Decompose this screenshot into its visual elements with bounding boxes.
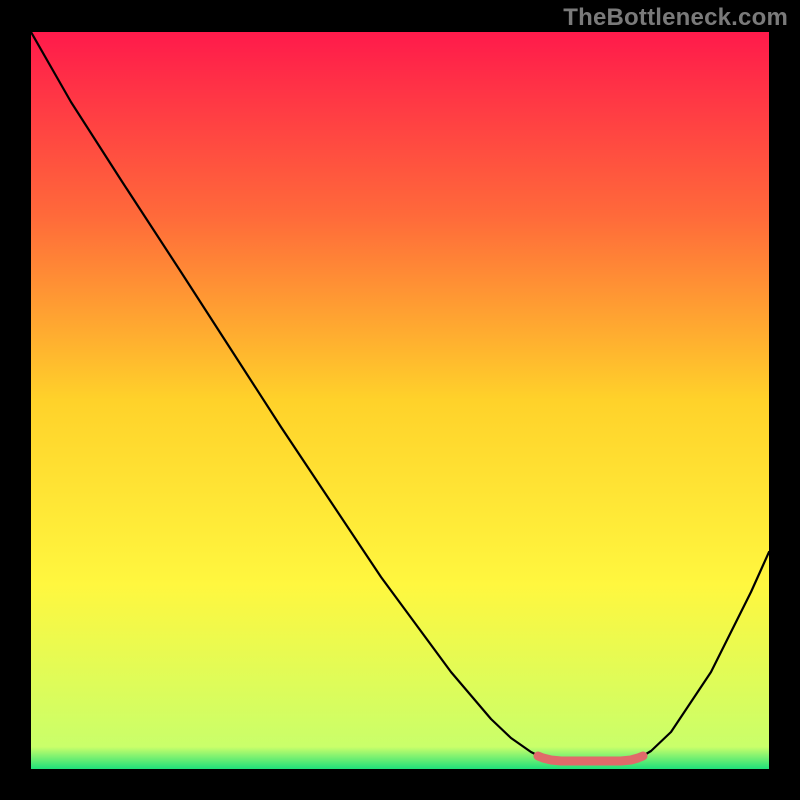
chart-background [31, 32, 769, 769]
chart-container: TheBottleneck.com [0, 0, 800, 800]
bottleneck-chart [31, 32, 769, 769]
watermark-label: TheBottleneck.com [563, 4, 788, 32]
bottleneck-valley-highlight [538, 756, 643, 761]
plot-frame [31, 32, 769, 769]
